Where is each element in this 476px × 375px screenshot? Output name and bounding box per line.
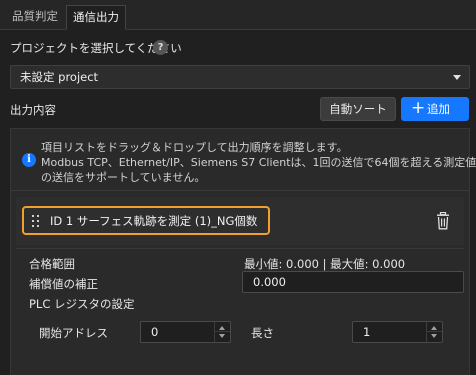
help-icon[interactable]: ?: [153, 40, 168, 55]
compensation-label: 補償値の補正: [29, 277, 98, 291]
tab-communication-output[interactable]: 通信出力: [66, 5, 126, 30]
output-item-row[interactable]: ID 1 サーフェス軌跡を測定 (1)_NG個数: [22, 206, 270, 235]
project-dropdown-value: 未設定 project: [20, 70, 99, 84]
info-text-line-2: Modbus TCP、Ethernet/IP、Siemens S7 Client…: [41, 156, 476, 169]
length-value: 1: [363, 325, 371, 339]
length-stepper[interactable]: 1: [352, 321, 443, 343]
start-address-stepper[interactable]: 0: [140, 321, 231, 343]
arrow-down-icon[interactable]: [431, 334, 437, 338]
stepper-divider: [427, 331, 442, 332]
tab-quality-judgment[interactable]: 品質判定: [6, 5, 64, 30]
arrow-up-icon[interactable]: [219, 326, 225, 330]
compensation-value: 0.000: [253, 275, 286, 289]
start-address-value: 0: [151, 325, 159, 339]
auto-sort-button[interactable]: 自動ソート: [320, 97, 396, 121]
stepper-arrows[interactable]: [426, 322, 442, 342]
arrow-down-icon[interactable]: [219, 334, 225, 338]
project-dropdown[interactable]: 未設定 project: [10, 65, 470, 89]
add-button-label: 追加: [427, 102, 450, 116]
plus-icon: +: [411, 98, 426, 118]
output-content-label: 出力内容: [10, 103, 56, 117]
info-icon: i: [22, 153, 36, 167]
pass-range-label: 合格範囲: [29, 257, 75, 271]
start-address-label: 開始アドレス: [39, 326, 108, 340]
arrow-up-icon[interactable]: [431, 326, 437, 330]
min-max-values: 最小値: 0.000 | 最大値: 0.000: [244, 257, 406, 271]
output-item-label: ID 1 サーフェス軌跡を測定 (1)_NG個数: [50, 214, 258, 228]
length-label: 長さ: [251, 326, 274, 340]
panel-divider: [10, 190, 470, 191]
drag-handle-icon[interactable]: [32, 215, 40, 227]
trash-icon[interactable]: [435, 211, 451, 230]
compensation-input[interactable]: 0.000: [242, 271, 464, 293]
info-text-line-3: の送信をサポートしていません。: [41, 171, 206, 184]
stepper-divider: [215, 331, 230, 332]
add-button[interactable]: + 追加: [401, 97, 469, 121]
stepper-arrows[interactable]: [214, 322, 230, 342]
settings-divider: [16, 248, 464, 249]
plc-register-label: PLC レジスタの設定: [29, 297, 135, 311]
info-text-line-1: 項目リストをドラッグ＆ドロップして出力順序を調整します。: [41, 141, 348, 154]
chevron-down-icon: [453, 75, 461, 80]
